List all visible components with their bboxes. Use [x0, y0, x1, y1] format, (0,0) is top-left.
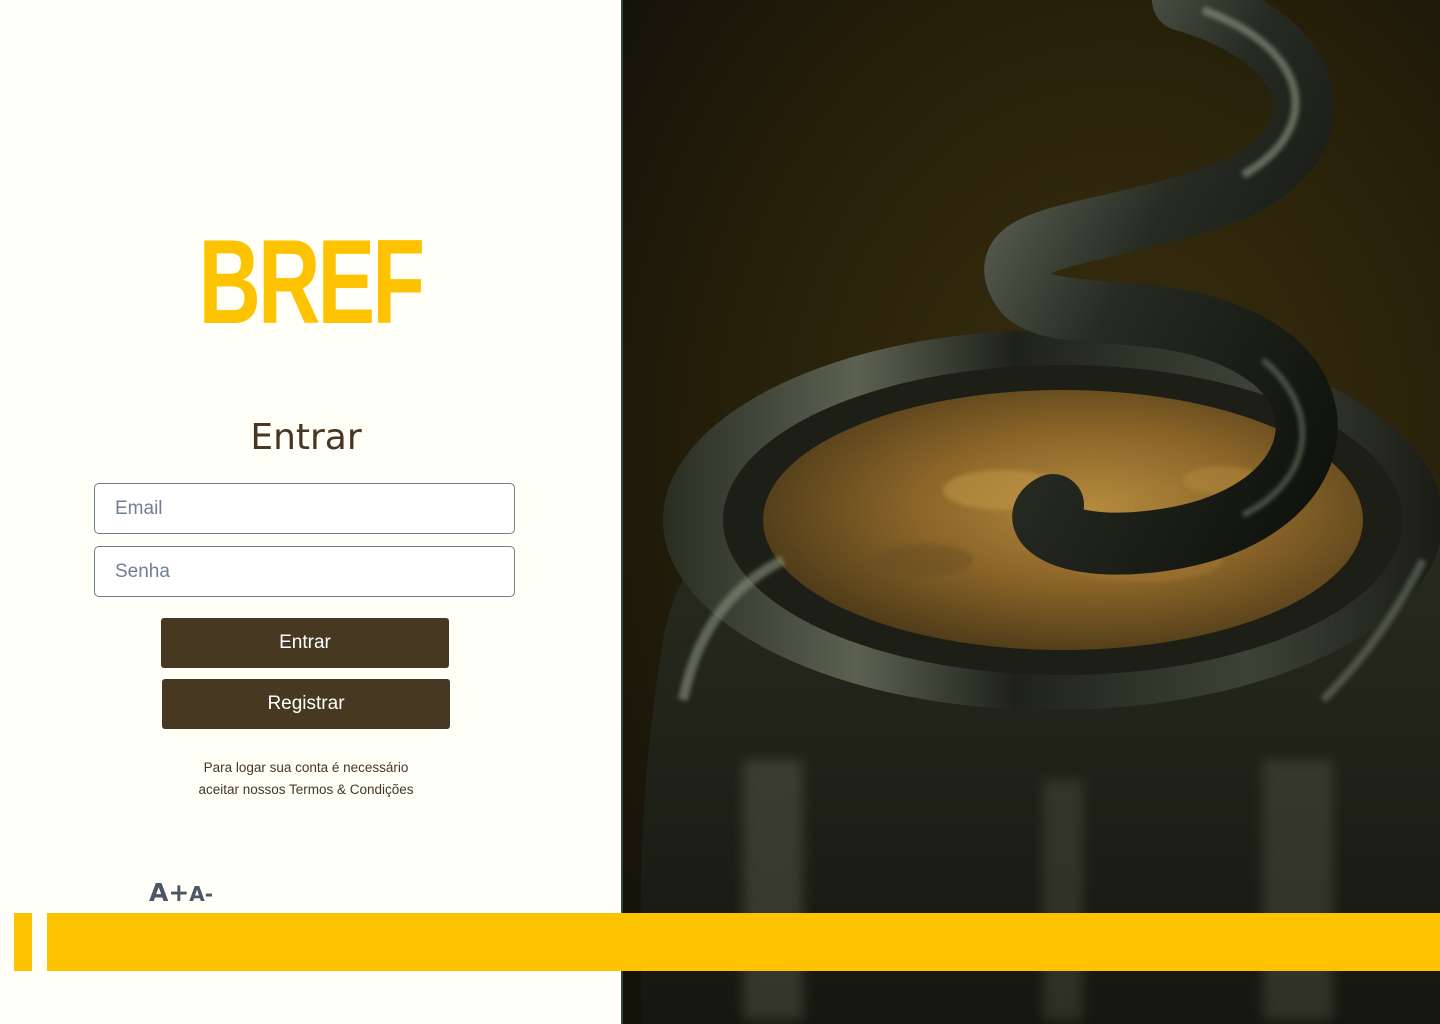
login-panel: BREF Entrar Entrar Registrar Para logar … — [0, 0, 621, 1024]
terms-line-1: Para logar sua conta é necessário — [203, 760, 409, 775]
login-page: BREF Entrar Entrar Registrar Para logar … — [0, 0, 1440, 1024]
terms-line-2: aceitar nossos Termos & Condições — [198, 782, 414, 797]
font-size-controls: A+A- — [149, 878, 213, 907]
accent-bar-small — [14, 913, 32, 971]
brand-logo: BREF — [198, 215, 426, 349]
email-field[interactable] — [94, 483, 515, 534]
accent-bar-large — [47, 913, 1440, 971]
login-button[interactable]: Entrar — [161, 618, 449, 668]
font-increase-button[interactable]: A+ — [149, 878, 189, 907]
register-button[interactable]: Registrar — [162, 679, 450, 729]
font-decrease-button[interactable]: A- — [189, 882, 213, 906]
terms-notice: Para logar sua conta é necessário aceita… — [156, 757, 456, 801]
corkscrew-wine-bottle-photo — [621, 0, 1440, 1024]
password-field[interactable] — [94, 546, 515, 597]
login-title: Entrar — [250, 417, 362, 458]
